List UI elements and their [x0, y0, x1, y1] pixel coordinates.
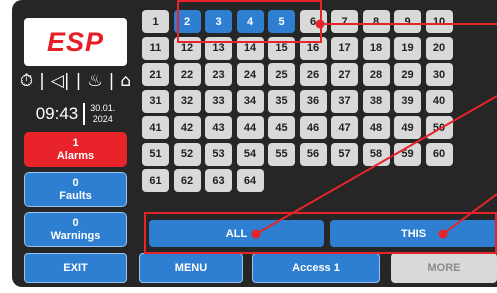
- channel-cell-53[interactable]: 53: [205, 142, 232, 166]
- channel-cell-42[interactable]: 42: [173, 116, 201, 139]
- channel-cell-22[interactable]: 22: [173, 63, 201, 86]
- access-button[interactable]: Access 1: [252, 253, 380, 283]
- exit-label: EXIT: [63, 262, 88, 274]
- channel-cell-63[interactable]: 63: [205, 169, 232, 192]
- warnings-count: 0: [72, 216, 79, 229]
- clock-date-year: 2024: [92, 114, 113, 124]
- channel-cell-9[interactable]: 9: [394, 10, 421, 33]
- logo-text: ESP: [46, 26, 105, 57]
- flame-icon: ♨: [87, 71, 103, 91]
- channel-cell-61[interactable]: 61: [142, 169, 169, 192]
- channel-cell-18[interactable]: 18: [362, 36, 390, 60]
- channel-cell-55[interactable]: 55: [268, 142, 295, 166]
- channel-cell-17[interactable]: 17: [331, 36, 358, 60]
- channel-cell-27[interactable]: 27: [331, 63, 358, 86]
- warnings-label: Warnings: [50, 229, 101, 242]
- menu-label: MENU: [174, 262, 208, 274]
- channel-cell-33[interactable]: 33: [205, 89, 232, 113]
- timer-icon: ⏱: [19, 71, 34, 91]
- highlight-box-actions: [144, 212, 497, 254]
- esp-logo: ESP: [24, 18, 127, 66]
- channel-cell-1[interactable]: 1: [142, 10, 169, 33]
- menu-button[interactable]: MENU: [139, 253, 243, 283]
- channel-cell-38[interactable]: 38: [362, 89, 390, 113]
- more-button[interactable]: MORE: [391, 253, 497, 283]
- clock-date: 30.01. 2024: [90, 103, 115, 125]
- channel-cell-48[interactable]: 48: [362, 116, 390, 139]
- channel-cell-57[interactable]: 57: [331, 142, 358, 166]
- channel-cell-32[interactable]: 32: [173, 89, 201, 113]
- channel-cell-50[interactable]: 50: [425, 116, 453, 139]
- channel-cell-46[interactable]: 46: [299, 116, 327, 139]
- channel-cell-11[interactable]: 11: [142, 36, 169, 60]
- channel-cell-23[interactable]: 23: [205, 63, 232, 86]
- channel-cell-62[interactable]: 62: [173, 169, 201, 192]
- speaker-icon: ◁|: [50, 71, 70, 91]
- channel-cell-41[interactable]: 41: [142, 116, 169, 139]
- alarms-label: Alarms: [56, 149, 95, 162]
- channel-cell-59[interactable]: 59: [394, 142, 421, 166]
- alarms-count: 1: [72, 136, 79, 149]
- clock-divider: [83, 103, 86, 125]
- channel-cell-36[interactable]: 36: [299, 89, 327, 113]
- channel-cell-37[interactable]: 37: [331, 89, 358, 113]
- channel-cell-47[interactable]: 47: [331, 116, 358, 139]
- channel-cell-24[interactable]: 24: [236, 63, 264, 86]
- home-icon: ⌂: [120, 71, 132, 91]
- channel-cell-35[interactable]: 35: [268, 89, 295, 113]
- access-label: Access 1: [292, 262, 340, 274]
- channel-cell-26[interactable]: 26: [299, 63, 327, 86]
- channel-cell-8[interactable]: 8: [362, 10, 390, 33]
- channel-cell-52[interactable]: 52: [173, 142, 201, 166]
- channel-cell-60[interactable]: 60: [425, 142, 453, 166]
- hmi-screen: ESP ⏱ | ◁| | ♨ | ⌂ 09:43 30.01. 2024 1 A…: [0, 0, 497, 293]
- clock: 09:43 30.01. 2024: [24, 98, 127, 130]
- more-label: MORE: [427, 262, 461, 274]
- alarms-button[interactable]: 1 Alarms: [24, 132, 127, 167]
- clock-date-day: 30.01.: [90, 103, 116, 113]
- channel-cell-34[interactable]: 34: [236, 89, 264, 113]
- faults-label: Faults: [59, 189, 92, 202]
- channel-cell-56[interactable]: 56: [299, 142, 327, 166]
- channel-cell-49[interactable]: 49: [394, 116, 421, 139]
- channel-cell-44[interactable]: 44: [236, 116, 264, 139]
- channel-cell-31[interactable]: 31: [142, 89, 169, 113]
- channel-cell-45[interactable]: 45: [268, 116, 295, 139]
- channel-cell-19[interactable]: 19: [394, 36, 421, 60]
- exit-button[interactable]: EXIT: [24, 253, 127, 283]
- channel-cell-58[interactable]: 58: [362, 142, 390, 166]
- faults-count: 0: [72, 176, 79, 189]
- channel-cell-54[interactable]: 54: [236, 142, 264, 166]
- channel-cell-7[interactable]: 7: [331, 10, 358, 33]
- channel-cell-30[interactable]: 30: [425, 63, 453, 86]
- separator: |: [39, 71, 45, 91]
- channel-cell-64[interactable]: 64: [236, 169, 264, 192]
- status-icons-row: ⏱ | ◁| | ♨ | ⌂: [20, 67, 131, 95]
- channel-cell-39[interactable]: 39: [394, 89, 421, 113]
- channel-cell-29[interactable]: 29: [394, 63, 421, 86]
- channel-cell-51[interactable]: 51: [142, 142, 169, 166]
- separator: |: [108, 71, 115, 91]
- channel-cell-21[interactable]: 21: [142, 63, 169, 86]
- channel-cell-10[interactable]: 10: [425, 10, 453, 33]
- channel-cell-20[interactable]: 20: [425, 36, 453, 60]
- clock-time: 09:43: [35, 104, 79, 123]
- highlight-box-selected: [177, 0, 322, 43]
- warnings-button[interactable]: 0 Warnings: [24, 212, 127, 247]
- faults-button[interactable]: 0 Faults: [24, 172, 127, 207]
- channel-cell-28[interactable]: 28: [362, 63, 390, 86]
- channel-cell-25[interactable]: 25: [268, 63, 295, 86]
- separator: |: [75, 71, 82, 91]
- channel-cell-40[interactable]: 40: [425, 89, 453, 113]
- channel-cell-43[interactable]: 43: [205, 116, 232, 139]
